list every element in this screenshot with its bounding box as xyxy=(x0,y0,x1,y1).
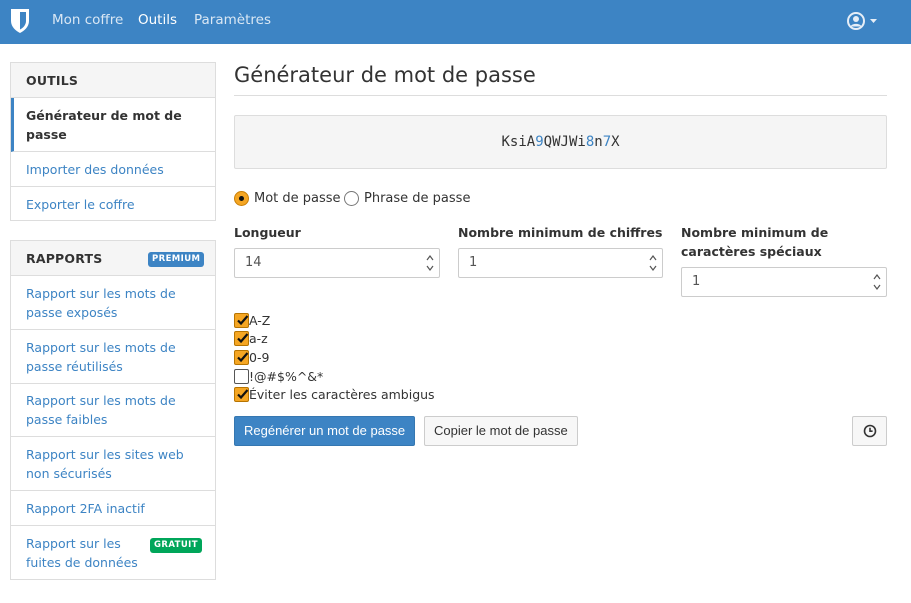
password-char: i xyxy=(518,134,527,150)
min-numbers-value: 1 xyxy=(469,255,478,270)
password-char: i xyxy=(577,134,586,150)
user-circle-icon xyxy=(847,12,877,30)
sidebar-item-weak-passwords[interactable]: Rapport sur les mots de passe faibles xyxy=(11,384,215,437)
checkbox-avoid-ambiguous-label: Éviter les caractères ambigus xyxy=(249,387,435,402)
divider xyxy=(234,95,887,96)
checkbox-avoid-ambiguous-box[interactable] xyxy=(234,387,249,402)
radio-password-label: Mot de passe xyxy=(254,191,341,206)
password-char: J xyxy=(560,134,569,150)
radio-password[interactable]: Mot de passe xyxy=(234,190,341,207)
reports-card: RAPPORTS PREMIUM Rapport sur les mots de… xyxy=(10,240,216,580)
password-char: W xyxy=(552,134,561,150)
nav-link-settings[interactable]: Paramètres xyxy=(194,12,271,28)
password-char: Q xyxy=(543,134,553,150)
min-special-value: 1 xyxy=(692,274,701,289)
sidebar-item-unsecured-websites[interactable]: Rapport sur les sites web non sécurisés xyxy=(11,437,215,491)
clock-history-icon xyxy=(863,424,877,438)
page-title: Générateur de mot de passe xyxy=(234,63,536,87)
radio-passphrase[interactable]: Phrase de passe xyxy=(344,190,470,207)
tools-card: OUTILS Générateur de mot de passe Import… xyxy=(10,62,216,221)
reports-card-title: RAPPORTS xyxy=(26,251,103,266)
checkbox-lowercase[interactable]: a-z xyxy=(234,330,268,347)
checkbox-avoid-ambiguous[interactable]: Éviter les caractères ambigus xyxy=(234,386,435,403)
free-badge: GRATUIT xyxy=(150,538,202,553)
min-special-input[interactable]: 1 xyxy=(681,267,887,297)
checkbox-lowercase-label: a-z xyxy=(249,331,268,346)
spinner-arrows-icon[interactable] xyxy=(872,270,882,294)
password-digit: 8 xyxy=(585,134,595,150)
checkbox-special[interactable]: !@#$%^&* xyxy=(234,368,323,385)
password-history-button[interactable] xyxy=(852,416,887,446)
account-menu[interactable] xyxy=(846,11,882,31)
generated-password-display[interactable]: KsiA9QWJWi8n7X xyxy=(234,115,887,169)
password-char: A xyxy=(526,134,536,150)
radio-passphrase-label: Phrase de passe xyxy=(364,191,471,206)
sidebar-item-exposed-passwords[interactable]: Rapport sur les mots de passe exposés xyxy=(11,276,215,330)
length-label: Longueur xyxy=(234,225,301,240)
premium-badge: PREMIUM xyxy=(148,252,205,267)
sidebar-item-data-breach[interactable]: Rapport sur les fuites de données xyxy=(11,526,215,580)
password-digit: 7 xyxy=(602,134,612,150)
radio-password-button[interactable] xyxy=(234,191,249,206)
spinner-arrows-icon[interactable] xyxy=(648,251,658,275)
checkbox-numbers-label: 0-9 xyxy=(249,350,270,365)
regenerate-password-button[interactable]: Regénérer un mot de passe xyxy=(234,416,416,446)
min-numbers-label: Nombre minimum de chiffres xyxy=(458,225,663,240)
length-input[interactable]: 14 xyxy=(234,248,440,278)
checkbox-uppercase-label: A-Z xyxy=(249,313,271,328)
checkbox-uppercase[interactable]: A-Z xyxy=(234,312,270,329)
sidebar-item-import[interactable]: Importer des données xyxy=(11,152,215,187)
length-value: 14 xyxy=(245,255,262,270)
nav-link-tools[interactable]: Outils xyxy=(138,12,177,28)
copy-password-button[interactable]: Copier le mot de passe xyxy=(424,416,578,446)
sidebar-item-inactive-2fa[interactable]: Rapport 2FA inactif xyxy=(11,491,215,526)
sidebar-item-export[interactable]: Exporter le coffre xyxy=(11,187,215,221)
spinner-arrows-icon[interactable] xyxy=(425,251,435,275)
bitwarden-shield-logo[interactable] xyxy=(9,8,31,34)
top-navbar: Mon coffre Outils Paramètres xyxy=(0,0,911,44)
checkbox-lowercase-box[interactable] xyxy=(234,331,249,346)
checkbox-special-label: !@#$%^&* xyxy=(249,369,324,384)
checkbox-uppercase-box[interactable] xyxy=(234,313,249,328)
radio-passphrase-button[interactable] xyxy=(344,191,359,206)
sidebar-item-reused-passwords[interactable]: Rapport sur les mots de passe réutilisés xyxy=(11,330,215,384)
password-char: K xyxy=(501,134,510,150)
checkbox-numbers[interactable]: 0-9 xyxy=(234,349,269,366)
password-char: n xyxy=(594,134,603,150)
checkbox-special-box[interactable] xyxy=(234,369,249,384)
tools-card-header: OUTILS xyxy=(11,63,215,98)
checkbox-numbers-box[interactable] xyxy=(234,350,249,365)
chevron-down-icon xyxy=(870,19,877,23)
nav-link-vault[interactable]: Mon coffre xyxy=(52,12,123,28)
sidebar-item-password-generator[interactable]: Générateur de mot de passe xyxy=(11,98,215,152)
password-digit: 9 xyxy=(535,134,544,150)
password-char: X xyxy=(611,134,620,150)
min-special-label: Nombre minimum de caractères spéciaux xyxy=(681,225,829,259)
min-numbers-input[interactable]: 1 xyxy=(458,248,663,278)
